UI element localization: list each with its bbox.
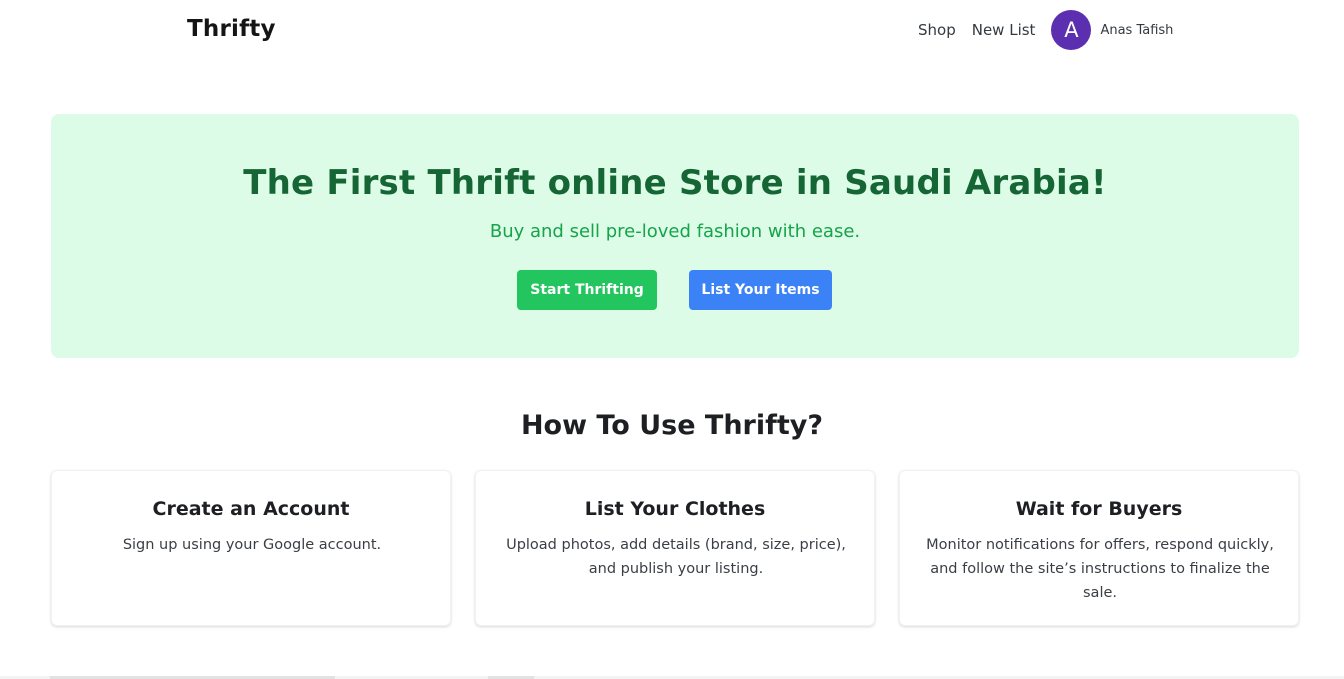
hero-banner: The First Thrift online Store in Saudi A… xyxy=(51,114,1299,358)
user-avatar[interactable]: A xyxy=(1051,10,1092,50)
brand-logo[interactable]: Thrifty xyxy=(187,16,276,42)
card-text: Monitor notifications for offers, respon… xyxy=(926,537,1274,601)
nav-link-new-list[interactable]: New List xyxy=(972,21,1036,39)
list-your-items-button[interactable]: List Your Items xyxy=(689,270,832,310)
start-thrifting-button[interactable]: Start Thrifting xyxy=(517,270,657,310)
nav-links: Shop New List A Anas Tafish xyxy=(918,10,1173,50)
card-text: Sign up using your Google account. xyxy=(122,537,382,553)
top-navbar: Thrifty Shop New List A Anas Tafish xyxy=(0,0,1344,64)
card-text: Upload photos, add details (brand, size,… xyxy=(506,537,846,577)
step-card-create-account: Create an Account Sign up using your Goo… xyxy=(51,470,451,626)
step-card-list-clothes: List Your Clothes Upload photos, add det… xyxy=(475,470,875,626)
how-to-title: How To Use Thrifty? xyxy=(520,410,824,441)
user-name[interactable]: Anas Tafish xyxy=(1100,23,1173,38)
nav-link-shop[interactable]: Shop xyxy=(918,21,956,39)
hero-subtitle: Buy and sell pre-loved fashion with ease… xyxy=(489,221,861,242)
card-title: List Your Clothes xyxy=(584,498,766,520)
hero-title: The First Thrift online Store in Saudi A… xyxy=(243,163,1107,203)
card-title: Wait for Buyers xyxy=(1015,498,1183,520)
step-card-wait-for-buyers: Wait for Buyers Monitor notifications fo… xyxy=(899,470,1299,626)
card-title: Create an Account xyxy=(152,498,350,520)
